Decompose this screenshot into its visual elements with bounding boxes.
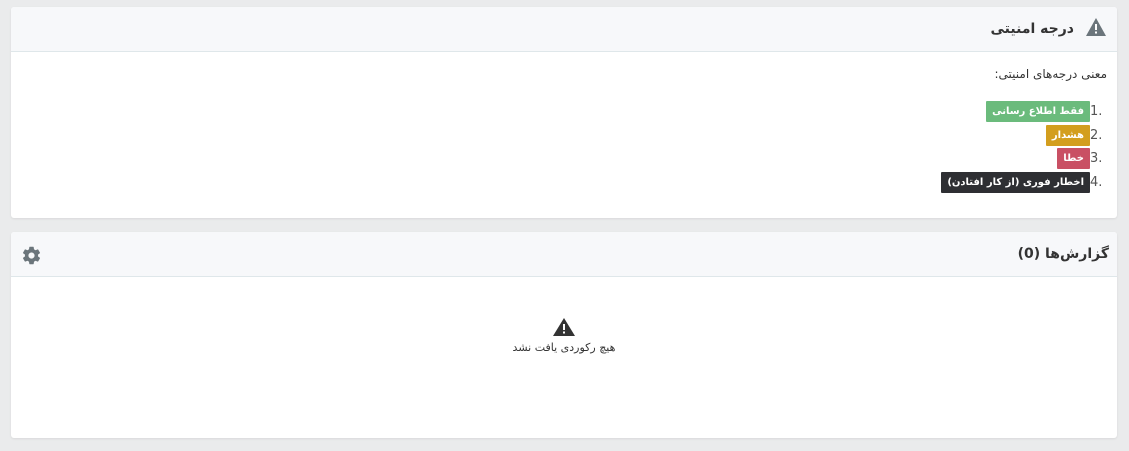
panel-title: گزارش‌ها (0) [1017, 246, 1109, 262]
panel-header: گزارش‌ها (0) [11, 232, 1117, 277]
list-item: 1. فقط اطلاع رسانی [707, 100, 1107, 124]
list-item: 3. خطا [707, 147, 1107, 171]
list-number: 3. [1090, 151, 1103, 167]
levels-intro: معنی درجه‌های امنیتی: [994, 67, 1107, 81]
reports-panel: گزارش‌ها (0) هیچ رکوردی یافت نشد [11, 232, 1117, 438]
level-badge-info: فقط اطلاع رسانی [986, 101, 1090, 123]
security-levels-list: 1. فقط اطلاع رسانی 2. هشدار 3. خطا 4. اخ… [707, 100, 1107, 194]
security-levels-panel: درجه امنیتی معنی درجه‌های امنیتی: 1. فقط… [11, 7, 1117, 218]
warning-icon [1086, 18, 1106, 36]
empty-state-text: هیچ رکوردی یافت نشد [512, 341, 616, 354]
panel-header: درجه امنیتی [11, 7, 1117, 52]
panel-title: درجه امنیتی [990, 21, 1074, 37]
list-number: 2. [1090, 127, 1103, 143]
level-badge-warning: هشدار [1045, 124, 1090, 146]
list-number: 1. [1090, 104, 1103, 120]
gear-icon[interactable] [21, 245, 42, 266]
list-item: 2. هشدار [707, 124, 1107, 148]
list-item: 4. اخطار فوری (از کار افتادن) [707, 171, 1107, 195]
list-number: 4. [1090, 174, 1103, 190]
empty-state: هیچ رکوردی یافت نشد [11, 317, 1117, 354]
level-badge-error: خطا [1057, 148, 1090, 170]
level-badge-critical: اخطار فوری (از کار افتادن) [941, 171, 1090, 193]
warning-icon [553, 318, 575, 336]
